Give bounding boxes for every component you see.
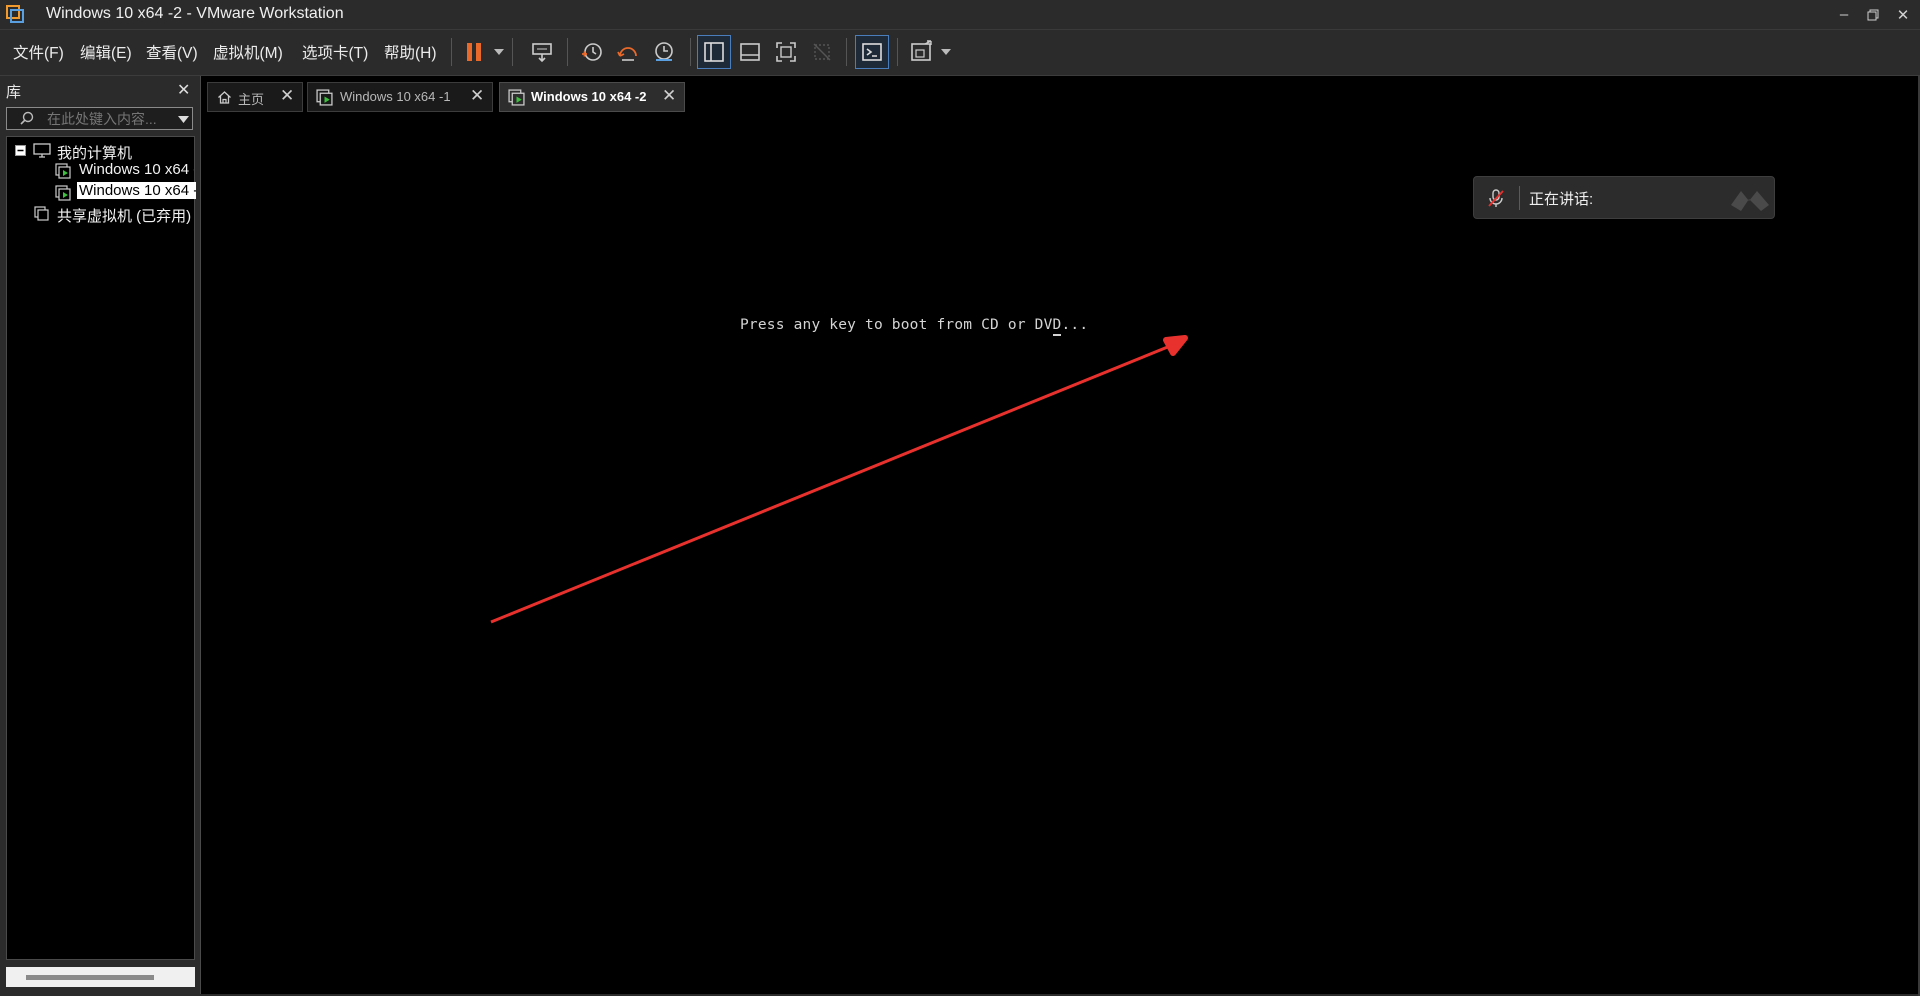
search-icon <box>20 111 34 125</box>
home-icon <box>218 91 231 104</box>
tab-vm-2-close-icon[interactable]: ✕ <box>662 86 676 106</box>
show-library-icon[interactable] <box>697 35 731 69</box>
tab-vm-1-label: Windows 10 x64 -1 <box>340 89 451 104</box>
full-screen-icon[interactable] <box>770 36 802 68</box>
thumbnail-bar-icon[interactable] <box>734 36 766 68</box>
search-dropdown-icon[interactable] <box>178 116 189 123</box>
stretch-dropdown-icon[interactable] <box>939 36 953 68</box>
toolbar-separator <box>567 38 568 66</box>
vm-running-icon <box>55 185 71 201</box>
tab-vm-1[interactable]: Windows 10 x64 -1 ✕ <box>307 82 493 112</box>
restore-button[interactable] <box>1859 0 1887 29</box>
scrollbar-thumb[interactable] <box>26 975 154 980</box>
vm-running-icon <box>508 89 525 106</box>
speaking-divider <box>1519 186 1520 210</box>
toolbar-separator <box>846 38 847 66</box>
tab-home[interactable]: 主页 ✕ <box>207 82 303 112</box>
collapse-icon[interactable] <box>15 145 26 156</box>
menu-file[interactable]: 文件(F) <box>13 41 64 63</box>
tab-home-label: 主页 <box>238 92 265 107</box>
menu-tabs[interactable]: 选项卡(T) <box>302 41 368 63</box>
vm-console[interactable]: Press any key to boot from CD or DVD... <box>200 116 1920 994</box>
library-close-icon[interactable]: ✕ <box>177 80 190 100</box>
library-search-box[interactable] <box>6 107 193 130</box>
vmware-logo-icon <box>6 5 24 23</box>
annotation-arrow <box>490 335 1188 624</box>
library-horizontal-scrollbar[interactable] <box>6 967 195 987</box>
tree-my-computer[interactable]: 我的计算机 <box>57 142 132 163</box>
speaking-indicator: 正在讲话: <box>1473 176 1775 219</box>
vm-running-icon <box>316 89 333 106</box>
snapshot-icon[interactable] <box>576 36 608 68</box>
pause-dropdown-icon[interactable] <box>492 36 506 68</box>
minimize-button[interactable]: – <box>1830 0 1858 29</box>
tab-vm-2[interactable]: Windows 10 x64 -2 ✕ <box>499 82 685 112</box>
library-panel: 库 ✕ 我的计算机 Windows 10 x64 -1 Windows 10 x… <box>0 76 198 994</box>
menu-vm[interactable]: 虚拟机(M) <box>213 41 283 63</box>
speaking-label: 正在讲话: <box>1529 191 1594 208</box>
close-window-button[interactable]: ✕ <box>1889 0 1917 29</box>
menu-help[interactable]: 帮助(H) <box>384 41 437 63</box>
console-view-icon[interactable] <box>855 35 889 69</box>
tree-vm-2-selected[interactable]: Windows 10 x64 -2 <box>77 182 196 199</box>
tree-shared-vms[interactable]: 共享虚拟机 (已弃用) <box>57 205 191 226</box>
computer-icon <box>33 143 51 158</box>
vm-running-icon <box>55 163 71 179</box>
library-tree: 我的计算机 Windows 10 x64 -1 Windows 10 x64 -… <box>6 136 196 960</box>
shared-vm-icon <box>34 206 49 221</box>
menu-toolbar: 文件(F) 编辑(E) 查看(V) 虚拟机(M) 选项卡(T) 帮助(H) <box>0 29 1920 76</box>
unity-icon[interactable] <box>806 36 838 68</box>
toolbar-separator <box>690 38 691 66</box>
tree-vm-1[interactable]: Windows 10 x64 -1 <box>79 161 194 178</box>
menu-view[interactable]: 查看(V) <box>146 41 198 63</box>
stretch-guest-icon[interactable] <box>906 36 938 68</box>
title-bar: Windows 10 x64 -2 - VMware Workstation –… <box>0 0 1920 29</box>
library-title: 库 <box>6 84 22 101</box>
tab-strip: 主页 ✕ Windows 10 x64 -1 ✕ Windows 10 x64 … <box>200 76 1920 116</box>
microphone-muted-icon[interactable] <box>1486 188 1506 208</box>
library-search-input[interactable] <box>45 110 169 128</box>
revert-snapshot-icon[interactable] <box>612 36 644 68</box>
menu-edit[interactable]: 编辑(E) <box>80 41 132 63</box>
toolbar-separator <box>451 38 452 66</box>
snapshot-manager-icon[interactable] <box>648 36 680 68</box>
speaking-watermark-icon <box>1731 191 1769 211</box>
tab-home-close-icon[interactable]: ✕ <box>280 86 294 106</box>
window-title: Windows 10 x64 -2 - VMware Workstation <box>46 5 344 22</box>
pause-icon[interactable] <box>458 36 490 68</box>
tab-vm-2-label: Windows 10 x64 -2 <box>531 89 647 104</box>
tab-vm-1-close-icon[interactable]: ✕ <box>470 86 484 106</box>
send-ctrl-alt-del-icon[interactable] <box>526 36 558 68</box>
toolbar-separator <box>897 38 898 66</box>
toolbar-separator <box>512 38 513 66</box>
